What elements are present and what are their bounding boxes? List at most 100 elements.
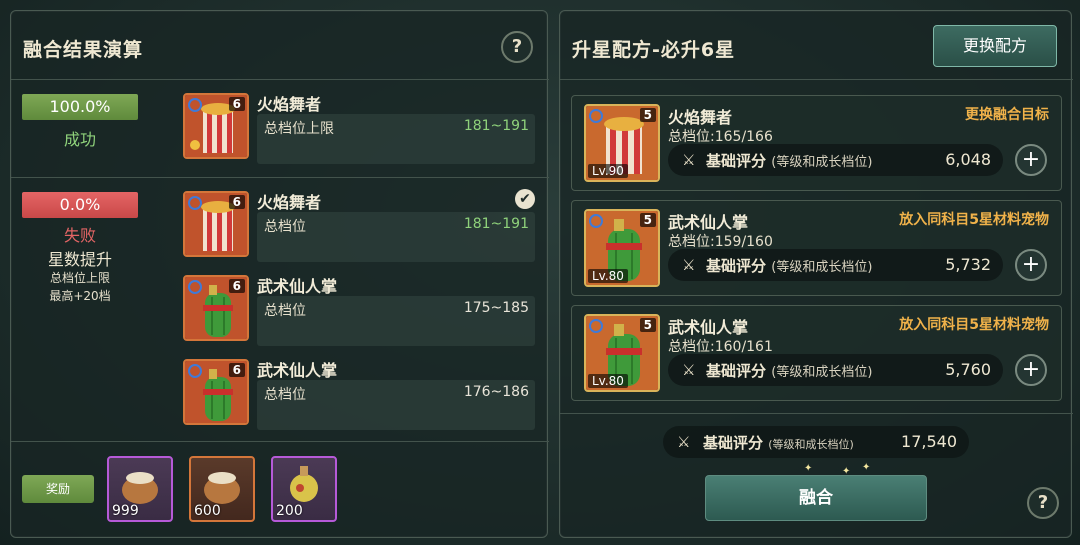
recipe-card[interactable]: 5 Lv.80 武术仙人掌 总档位:160/161 放入同科目5星材料宠物 ⚔ … xyxy=(571,305,1062,401)
fail-rate-bar: 0.0% xyxy=(22,192,138,218)
element-ring-icon xyxy=(589,319,603,333)
stat-range: 176~186 xyxy=(463,384,529,400)
help-button[interactable]: ? xyxy=(501,31,533,63)
star-count: 5 xyxy=(639,213,656,227)
pet-name: 火焰舞者 xyxy=(257,193,322,212)
reward-item[interactable]: 600 xyxy=(189,456,255,522)
level-badge: Lv.80 xyxy=(588,269,628,283)
star-count: 5 xyxy=(639,318,656,332)
stat-label: 总档位上限 xyxy=(264,121,334,137)
seed-sack-icon xyxy=(122,472,158,504)
stat-range: 181~191 xyxy=(463,216,529,232)
score-label: 基础评分 (等级和成长档位) xyxy=(706,362,873,380)
stat-range: 181~191 xyxy=(463,118,529,134)
pet-name: 火焰舞者 xyxy=(257,95,322,114)
sparkle-icon: ✦ xyxy=(862,462,871,473)
fusion-result-panel: 融合结果演算 ? 100.0% 成功 6 火焰舞者 总档位上限 181~191 … xyxy=(10,10,549,538)
score-value: 5,760 xyxy=(945,360,991,379)
change-target-link[interactable]: 更换融合目标 xyxy=(965,104,1049,124)
level-badge: Lv.80 xyxy=(588,374,628,388)
score-label: 基础评分 (等级和成长档位) xyxy=(703,434,854,452)
star-count: 6 xyxy=(228,279,245,293)
score-value: 6,048 xyxy=(945,150,991,169)
element-ring-icon xyxy=(188,280,202,294)
reward-label-badge: 奖励 xyxy=(22,475,94,503)
sparkle-icon: ✦ xyxy=(804,463,813,474)
seed-sack-icon xyxy=(204,472,240,504)
recipe-card[interactable]: 5 Lv.80 武术仙人掌 总档位:159/160 放入同科目5星材料宠物 ⚔ … xyxy=(571,200,1062,296)
divider xyxy=(11,79,549,80)
level-badge: Lv.90 xyxy=(588,164,628,178)
fuse-button[interactable]: 融合 xyxy=(705,475,927,521)
potion-bottle-icon xyxy=(290,466,318,502)
star-count: 6 xyxy=(228,363,245,377)
pet-thumbnail-cactus[interactable]: 5 Lv.80 xyxy=(584,209,660,287)
help-button[interactable]: ? xyxy=(1027,487,1059,519)
divider xyxy=(11,441,549,442)
add-button[interactable]: + xyxy=(1015,354,1047,386)
crossed-swords-icon: ⚔ xyxy=(677,433,691,451)
star-count: 6 xyxy=(228,195,245,209)
element-ring-icon xyxy=(188,364,202,378)
reward-item[interactable]: 999 xyxy=(107,456,173,522)
grade-total: 总档位:160/161 xyxy=(668,339,773,355)
reward-item[interactable]: 200 xyxy=(271,456,337,522)
pet-thumbnail-fire-dancer[interactable]: 6 xyxy=(183,93,249,159)
add-button[interactable]: + xyxy=(1015,144,1047,176)
fail-line2: 最高+20档 xyxy=(49,289,111,303)
reward-count: 600 xyxy=(194,503,221,519)
stat-row: 总档位 181~191 xyxy=(257,212,535,262)
add-button[interactable]: + xyxy=(1015,249,1047,281)
insert-material-link[interactable]: 放入同科目5星材料宠物 xyxy=(899,209,1049,229)
grade-total: 总档位:165/166 xyxy=(668,129,773,145)
success-status: 成功 xyxy=(63,130,96,149)
grade-total: 总档位:159/160 xyxy=(668,234,773,250)
pet-thumbnail-cactus[interactable]: 6 xyxy=(183,275,249,341)
pet-thumbnail-cactus[interactable]: 5 Lv.80 xyxy=(584,314,660,392)
stat-label: 总档位 xyxy=(264,387,306,403)
pet-name: 武术仙人掌 xyxy=(257,361,338,380)
total-score-value: 17,540 xyxy=(901,432,957,451)
pet-name: 武术仙人掌 xyxy=(668,318,749,337)
success-rate-bar: 100.0% xyxy=(22,94,138,120)
stat-label: 总档位 xyxy=(264,219,306,235)
divider xyxy=(560,413,1073,414)
panel-title: 升星配方-必升6星 xyxy=(572,39,736,61)
crossed-swords-icon: ⚔ xyxy=(682,256,696,274)
total-score-pill: ⚔ 基础评分 (等级和成长档位) 17,540 xyxy=(663,426,969,458)
reward-count: 200 xyxy=(276,503,303,519)
star-count: 6 xyxy=(228,97,245,111)
score-label: 基础评分 (等级和成长档位) xyxy=(706,152,873,170)
divider xyxy=(11,177,549,178)
stat-label: 总档位 xyxy=(264,303,306,319)
insert-material-link[interactable]: 放入同科目5星材料宠物 xyxy=(899,314,1049,334)
reward-count: 999 xyxy=(112,503,139,519)
fail-subtitle: 星数提升 xyxy=(47,250,112,269)
stat-row: 总档位 175~185 xyxy=(257,296,535,346)
stat-row: 总档位上限 181~191 xyxy=(257,114,535,164)
divider xyxy=(560,79,1073,80)
crossed-swords-icon: ⚔ xyxy=(682,151,696,169)
panel-title: 融合结果演算 xyxy=(23,39,144,61)
star-count: 5 xyxy=(639,108,656,122)
fail-status: 失败 xyxy=(63,226,96,245)
pet-name: 武术仙人掌 xyxy=(257,277,338,296)
stat-row: 总档位 176~186 xyxy=(257,380,535,430)
fail-line1: 总档位上限 xyxy=(49,271,110,285)
check-icon: ✔ xyxy=(515,189,535,209)
recipe-card[interactable]: 5 Lv.90 火焰舞者 总档位:165/166 更换融合目标 ⚔ 基础评分 (… xyxy=(571,95,1062,191)
pet-thumbnail-fire-dancer[interactable]: 6 xyxy=(183,191,249,257)
base-score-pill: ⚔ 基础评分 (等级和成长档位) 6,048 xyxy=(668,144,1003,176)
score-value: 5,732 xyxy=(945,255,991,274)
change-recipe-button[interactable]: 更换配方 xyxy=(933,25,1057,67)
pet-name: 火焰舞者 xyxy=(668,108,733,127)
base-score-pill: ⚔ 基础评分 (等级和成长档位) 5,760 xyxy=(668,354,1003,386)
pet-thumbnail-fire-dancer[interactable]: 5 Lv.90 xyxy=(584,104,660,182)
pet-thumbnail-cactus[interactable]: 6 xyxy=(183,359,249,425)
element-ring-icon xyxy=(589,214,603,228)
star-up-recipe-panel: 升星配方-必升6星 更换配方 5 Lv.90 火焰舞者 总档位:165/166 … xyxy=(559,10,1073,538)
base-score-pill: ⚔ 基础评分 (等级和成长档位) 5,732 xyxy=(668,249,1003,281)
pet-name: 武术仙人掌 xyxy=(668,213,749,232)
element-ring-icon xyxy=(589,109,603,123)
crossed-swords-icon: ⚔ xyxy=(682,361,696,379)
